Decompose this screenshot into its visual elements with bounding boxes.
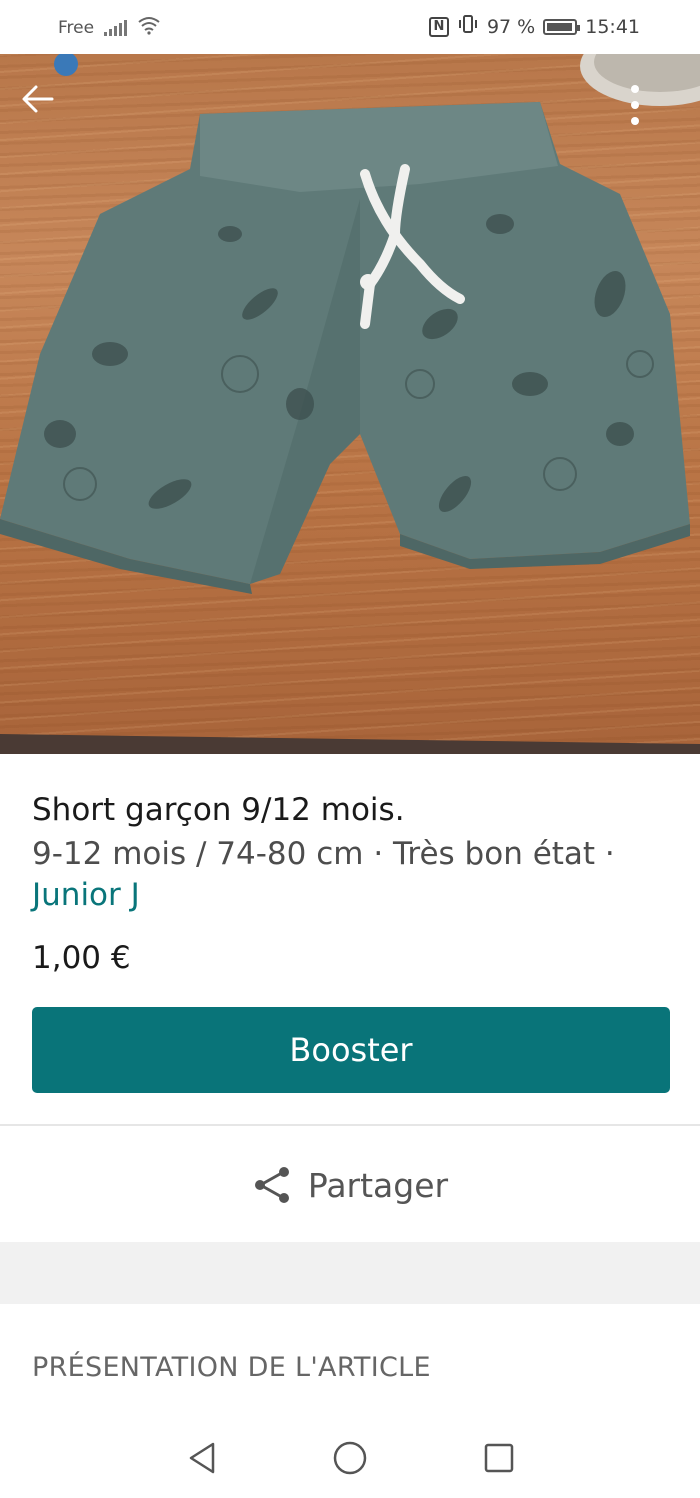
nfc-icon: N (428, 16, 449, 37)
nav-recents-button[interactable] (479, 1438, 519, 1478)
section-separator (0, 1242, 700, 1304)
back-button[interactable] (21, 84, 69, 132)
battery-icon (543, 18, 581, 35)
section-title: PRÉSENTATION DE L'ARTICLE (32, 1352, 431, 1383)
divider (0, 1124, 700, 1126)
vibrate-icon (457, 14, 479, 39)
item-brand-link[interactable]: Junior J (32, 876, 672, 914)
carrier-label: Free (58, 17, 95, 38)
item-meta: 9-12 mois / 74-80 cm · Très bon état · J… (32, 832, 672, 914)
status-left: Free (58, 15, 161, 40)
nav-home-button[interactable] (330, 1438, 370, 1478)
square-recents-icon (484, 1443, 514, 1473)
clock: 15:41 (585, 15, 640, 38)
wifi-icon (137, 15, 161, 40)
item-info: Short garçon 9/12 mois. 9-12 mois / 74-8… (32, 790, 672, 978)
share-label: Partager (307, 1165, 449, 1205)
back-arrow-icon (22, 85, 54, 113)
circle-home-icon (333, 1441, 367, 1475)
signal-icon (104, 19, 128, 36)
nav-back-button[interactable] (182, 1438, 222, 1478)
more-options-button[interactable] (630, 84, 678, 132)
triangle-back-icon (189, 1442, 215, 1474)
product-photo[interactable] (0, 54, 700, 754)
shorts-illustration (0, 54, 700, 754)
item-price: 1,00 € (32, 940, 131, 976)
share-button[interactable]: Partager (0, 1130, 700, 1240)
item-title: Short garçon 9/12 mois. (32, 792, 405, 828)
navigation-bar (0, 1418, 700, 1498)
status-bar: Free N 97 % 15:41 (0, 0, 700, 54)
item-size-condition: 9-12 mois / 74-80 cm · Très bon état · (32, 836, 615, 872)
status-right: N 97 % 15:41 (428, 14, 640, 39)
share-icon (254, 1167, 289, 1203)
battery-percent: 97 % (486, 15, 536, 38)
more-vertical-icon (631, 85, 639, 125)
booster-button[interactable]: Booster (32, 1007, 670, 1093)
